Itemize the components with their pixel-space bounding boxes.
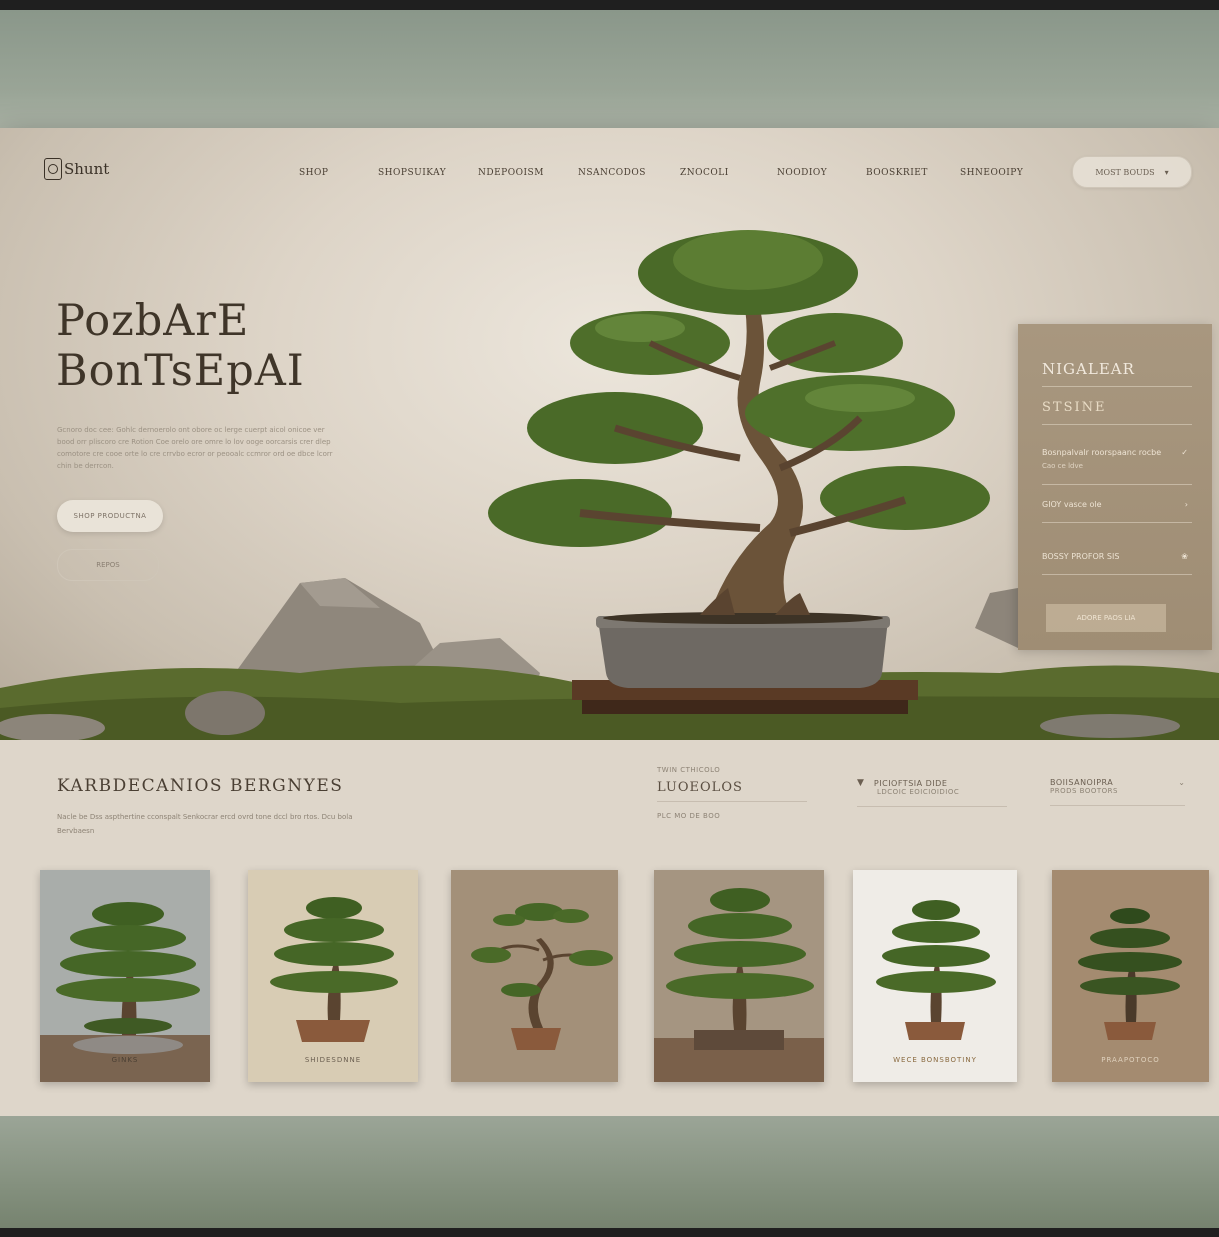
check-icon: ✓ (1181, 448, 1188, 457)
side-panel-title: NIGALEAR (1042, 360, 1135, 378)
chevron-down-icon: ⌄ (1178, 778, 1185, 787)
filter-1[interactable]: TWIN CTHICOLO LUOEOLOS PLC MO DE BOO (657, 766, 807, 820)
side-panel-row-3[interactable]: BOSSY PROFOR SIS ❀ (1042, 552, 1188, 561)
side-panel-subtitle: STSINE (1042, 400, 1107, 415)
side-panel-divider (1042, 484, 1192, 485)
card-label: WECE BONSBOTINY (893, 1056, 977, 1064)
side-panel-row-2[interactable]: GIOY vasce ole › (1042, 500, 1188, 509)
bonsai-image (654, 870, 824, 1082)
filter-label: PICIOFTSIA DIDE (873, 778, 948, 788)
side-panel-row-1[interactable]: Bosnpalvalr roorspaanc rocbe ✓ (1042, 448, 1188, 457)
filter-footer: PRODS BOOTORS (1050, 787, 1118, 795)
product-card-4[interactable] (654, 870, 824, 1082)
bonsai-image (853, 870, 1017, 1082)
chevron-icon: › (1184, 500, 1188, 509)
side-panel-row-sub: Cao ce ldve (1042, 462, 1188, 470)
bonsai-image (40, 870, 210, 1082)
filter-2[interactable]: ▼ PICIOFTSIA DIDE LDCOIC EOICIOIDIOC (857, 778, 1007, 807)
bottom-frame-bar (0, 1228, 1219, 1237)
info-side-panel: NIGALEAR STSINE Bosnpalvalr roorspaanc r… (1018, 324, 1212, 650)
backdrop-bottom (0, 1116, 1219, 1228)
top-frame-bar (0, 0, 1219, 10)
side-panel-divider (1042, 574, 1192, 575)
side-panel-row-sublabel: Cao ce ldve (1042, 462, 1083, 470)
side-panel-row-label: GIOY vasce ole (1042, 500, 1102, 509)
filter-footer: PLC MO DE BOO (657, 812, 721, 820)
filter-underline (657, 801, 807, 802)
side-panel-divider (1042, 522, 1192, 523)
bonsai-image (451, 870, 618, 1082)
product-card-2[interactable]: SHIDESDNNE (248, 870, 418, 1082)
backdrop-top (0, 10, 1219, 128)
filter-small-label: TWIN CTHICOLO (657, 766, 721, 774)
card-label: PRAAPOTOCO (1101, 1056, 1160, 1064)
collection-description: Nacle be Dss aspthertine cconspalt Senko… (57, 813, 353, 835)
filter-underline (1050, 805, 1185, 806)
filter-3[interactable]: BOIISANOIPRA ⌄ PRODS BOOTORS (1050, 778, 1185, 806)
filter-label: BOIISANOIPRA (1050, 778, 1114, 787)
pin-icon: ▼ (857, 778, 864, 788)
side-panel-row-label: Bosnpalvalr roorspaanc rocbe (1042, 448, 1162, 457)
product-card-3[interactable] (451, 870, 618, 1082)
bonsai-image (248, 870, 418, 1082)
leaf-icon: ❀ (1181, 552, 1188, 561)
collection-section: KARBDECANIOS BERGNYES Nacle be Dss aspth… (0, 740, 1219, 1116)
product-card-6[interactable]: PRAAPOTOCO (1052, 870, 1209, 1082)
side-panel-button[interactable]: ADORE PAOS LIA (1046, 604, 1166, 632)
filter-underline (857, 806, 1007, 807)
side-panel-row-label: BOSSY PROFOR SIS (1042, 552, 1120, 561)
side-panel-divider (1042, 424, 1192, 425)
bonsai-image (1052, 870, 1209, 1082)
filter-label: LUOEOLOS (657, 780, 743, 795)
hero-section: Shunt SHOP SHOPSUIKAY NDEPOOISM NSANCODO… (0, 128, 1219, 740)
product-card-5[interactable]: WECE BONSBOTINY (853, 870, 1017, 1082)
side-panel-divider (1042, 386, 1192, 387)
website-mockup: Shunt SHOP SHOPSUIKAY NDEPOOISM NSANCODO… (0, 128, 1219, 1116)
filter-footer: LDCOIC EOICIOIDIOC (877, 788, 960, 796)
product-card-1[interactable]: GINKS (40, 870, 210, 1082)
collection-title: KARBDECANIOS BERGNYES (57, 776, 344, 796)
card-label: GINKS (111, 1056, 139, 1064)
card-label: SHIDESDNNE (304, 1056, 362, 1064)
